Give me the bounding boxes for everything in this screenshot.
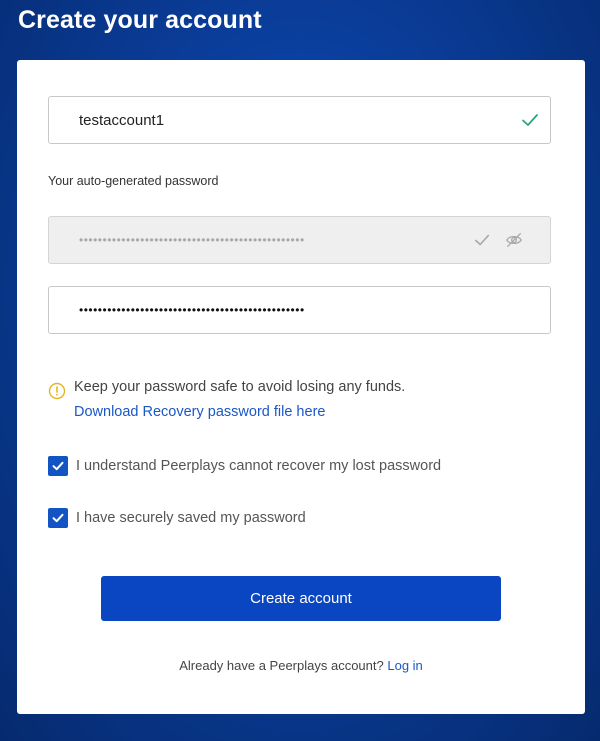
understand-checkbox-row[interactable]: I understand Peerplays cannot recover my…	[48, 456, 441, 476]
username-input[interactable]	[79, 97, 459, 143]
login-prompt-text: Already have a Peerplays account?	[179, 658, 384, 673]
understand-checkbox-label: I understand Peerplays cannot recover my…	[76, 458, 442, 474]
info-message: Keep your password safe to avoid losing …	[74, 375, 405, 425]
signup-card: Your auto-generated password Keep your p…	[17, 60, 585, 714]
eye-off-icon[interactable]	[505, 231, 525, 251]
info-text: Keep your password safe to avoid losing …	[74, 379, 406, 395]
page-title: Create your account	[18, 6, 262, 34]
generated-password-input[interactable]	[79, 217, 459, 263]
understand-checkbox[interactable]	[48, 456, 68, 476]
download-recovery-link[interactable]: Download Recovery password file here	[74, 400, 405, 425]
check-icon	[473, 231, 493, 251]
confirm-password-field[interactable]	[48, 286, 551, 334]
saved-checkbox[interactable]	[48, 508, 68, 528]
username-field[interactable]	[48, 96, 551, 144]
confirm-password-input[interactable]	[79, 287, 459, 333]
create-account-button[interactable]: Create account	[101, 576, 501, 621]
login-prompt: Already have a Peerplays account? Log in	[17, 658, 585, 673]
checkmark-icon	[52, 461, 64, 471]
saved-checkbox-label: I have securely saved my password	[76, 510, 306, 526]
saved-checkbox-row[interactable]: I have securely saved my password	[48, 508, 306, 528]
check-icon	[520, 110, 540, 130]
info-icon	[48, 382, 66, 400]
checkmark-icon	[52, 513, 64, 523]
generated-password-label: Your auto-generated password	[48, 174, 219, 188]
generated-password-field[interactable]	[48, 216, 551, 264]
login-link[interactable]: Log in	[387, 658, 422, 673]
